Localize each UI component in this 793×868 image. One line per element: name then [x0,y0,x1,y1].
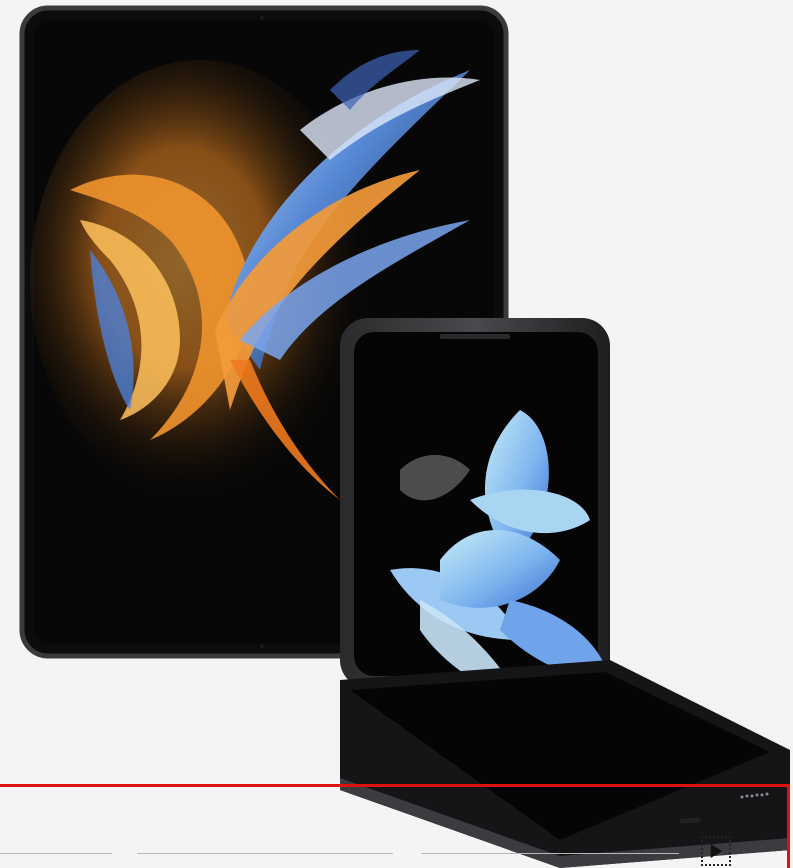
hero-product-image [19,5,790,868]
carousel-focus-outline [0,784,790,868]
carousel-play-button[interactable] [701,836,731,866]
play-icon [710,844,723,858]
carousel-indicator-2[interactable] [137,853,393,854]
hero-banner [0,0,793,868]
carousel-indicator-1[interactable] [0,853,112,854]
carousel-indicator-3[interactable] [421,853,679,854]
